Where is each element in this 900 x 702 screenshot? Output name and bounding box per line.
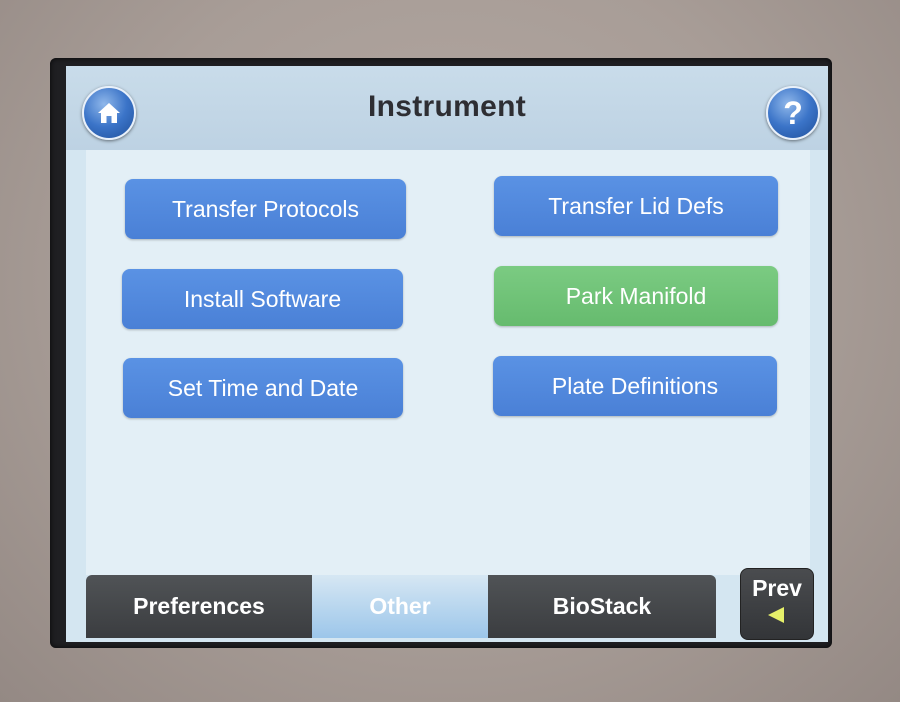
question-mark-icon: ?	[783, 95, 803, 131]
tab-bar: Preferences Other BioStack	[86, 575, 716, 638]
header-bar: Instrument ?	[66, 66, 828, 150]
left-triangle-arrow-icon	[741, 606, 813, 629]
park-manifold-button[interactable]: Park Manifold	[494, 266, 778, 326]
touch-screen: Instrument ? Transfer Protocols Transfer…	[66, 66, 828, 642]
tab-preferences[interactable]: Preferences	[86, 575, 312, 638]
prev-label: Prev	[752, 575, 802, 601]
set-time-and-date-button[interactable]: Set Time and Date	[123, 358, 403, 418]
page-title: Instrument	[367, 90, 526, 123]
menu-panel: Transfer Protocols Transfer Lid Defs Ins…	[86, 150, 810, 575]
transfer-lid-defs-button[interactable]: Transfer Lid Defs	[494, 176, 778, 236]
plate-definitions-button[interactable]: Plate Definitions	[493, 356, 777, 416]
transfer-protocols-button[interactable]: Transfer Protocols	[125, 179, 406, 239]
tab-other[interactable]: Other	[312, 575, 488, 638]
install-software-button[interactable]: Install Software	[122, 269, 403, 329]
tab-biostack[interactable]: BioStack	[488, 575, 716, 638]
help-button[interactable]: ?	[766, 86, 820, 140]
prev-button[interactable]: Prev	[740, 568, 814, 640]
